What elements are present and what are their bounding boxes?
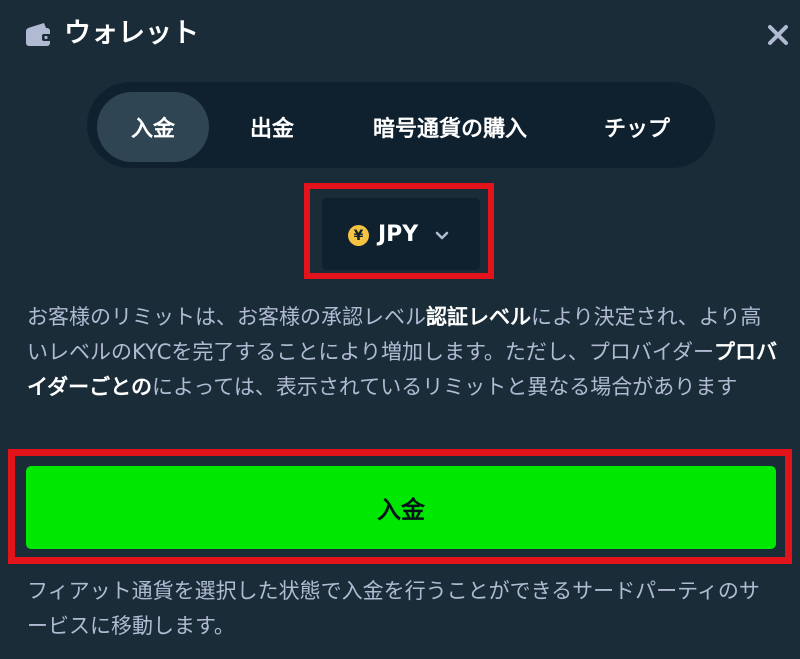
- info-bold-verification-level: 認証レベル: [426, 305, 531, 329]
- tab-buy-crypto[interactable]: 暗号通貨の購入: [343, 92, 557, 162]
- wallet-header: ウォレット: [0, 0, 800, 72]
- currency-code: JPY: [378, 222, 419, 247]
- chevron-down-icon: [435, 231, 449, 240]
- wallet-icon: [26, 23, 52, 46]
- currency-select[interactable]: ¥ JPY: [322, 198, 480, 270]
- yen-coin-icon: ¥: [348, 225, 369, 246]
- tab-withdraw[interactable]: 出金: [219, 92, 325, 162]
- tab-tip[interactable]: チップ: [577, 92, 697, 162]
- info-text-part3: によっては、表示されているリミットと異なる場合があります: [151, 375, 738, 399]
- info-text-part1: お客様のリミットは、お客様の承認レベル: [27, 305, 426, 329]
- tab-deposit[interactable]: 入金: [97, 92, 209, 162]
- close-icon[interactable]: [765, 22, 791, 48]
- deposit-button[interactable]: 入金: [26, 466, 776, 549]
- page-title: ウォレット: [64, 18, 199, 49]
- wallet-tabs: 入金 出金 暗号通貨の購入 チップ: [87, 82, 715, 168]
- limit-info-text: お客様のリミットは、お客様の承認レベル認証レベルにより決定され、より高いレベルの…: [27, 300, 777, 405]
- third-party-note: フィアット通貨を選択した状態で入金を行うことができるサードパーティのサービスに移…: [27, 579, 760, 638]
